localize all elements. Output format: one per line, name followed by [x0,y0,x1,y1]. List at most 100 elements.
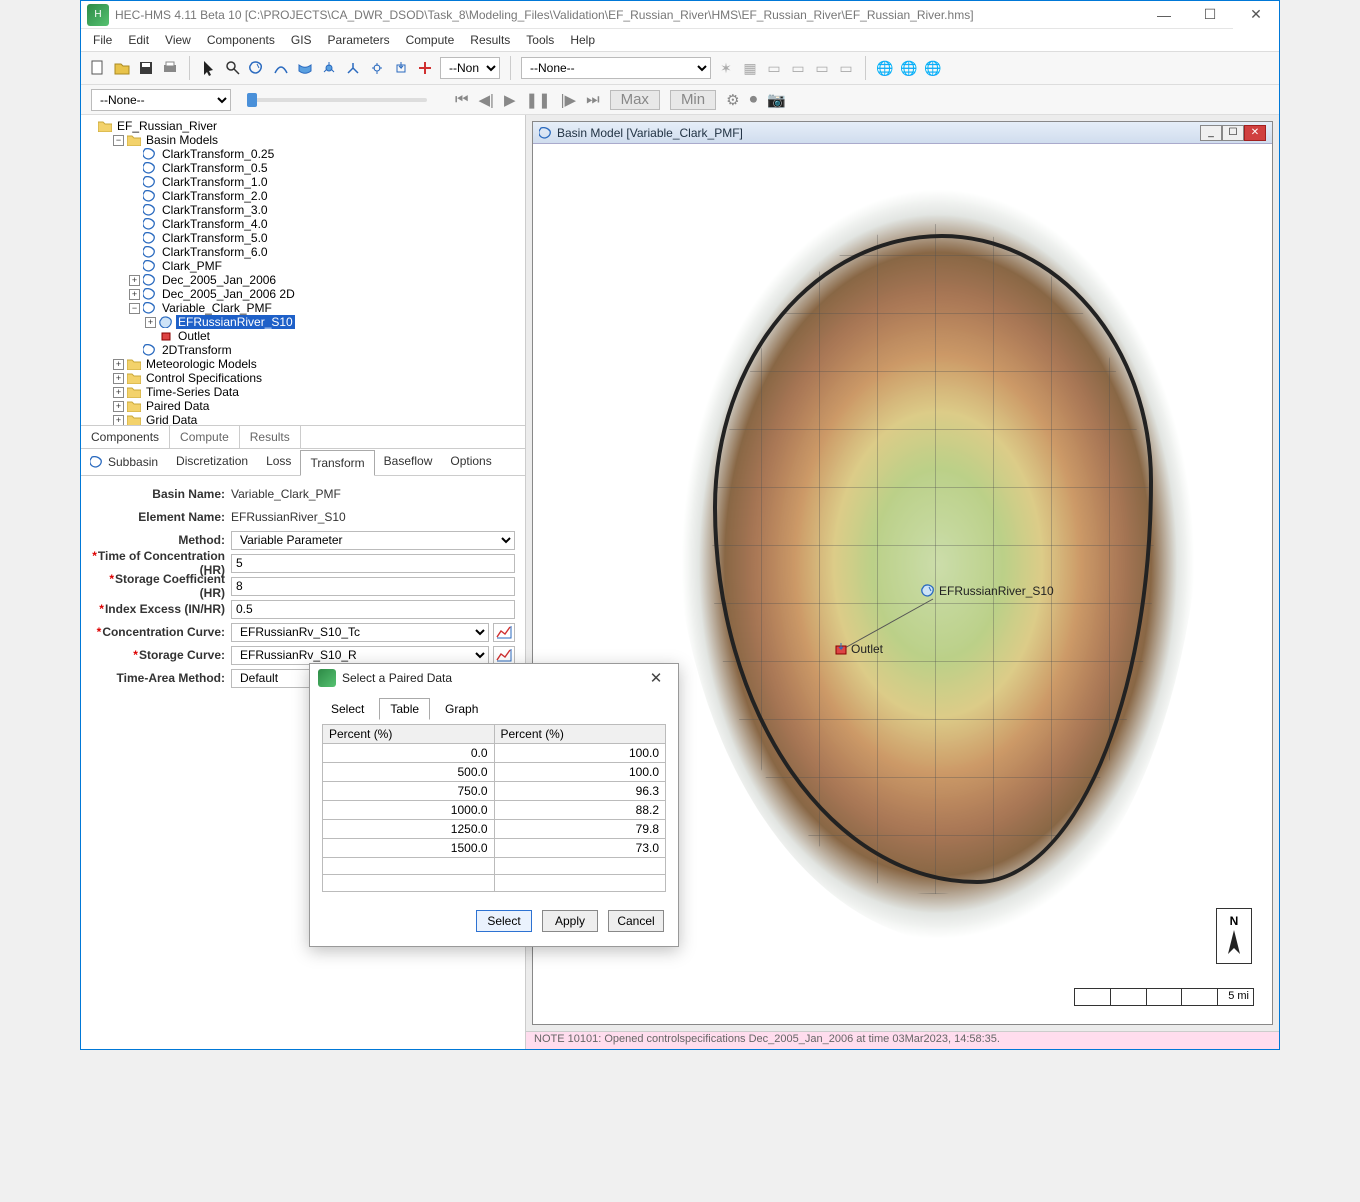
run-current-icon[interactable]: ✶ [717,59,735,77]
skip-start-icon[interactable]: ⏮ [455,91,469,108]
minimize-button[interactable]: — [1141,1,1187,29]
globe-3-icon[interactable]: 🌐 [924,59,942,77]
menu-edit[interactable]: Edit [122,31,155,49]
tool-combo-2[interactable]: --None-- [521,57,711,79]
tree-item[interactable]: ClarkTransform_6.0 [160,245,270,259]
open-icon[interactable] [113,59,131,77]
dialog-tab-table[interactable]: Table [379,698,430,720]
time-slider[interactable] [247,98,427,102]
tc-input[interactable] [231,554,515,573]
tree-root[interactable]: EF_Russian_River [115,119,219,133]
tab-subbasin[interactable]: Subbasin [81,449,167,475]
tree-item[interactable]: ClarkTransform_0.25 [160,147,276,161]
step-back-icon[interactable]: ◀| [479,91,494,109]
close-button[interactable]: ✕ [1233,1,1279,29]
globe-2-icon[interactable]: 🌐 [900,59,918,77]
menu-gis[interactable]: GIS [285,31,318,49]
method-select[interactable]: Variable Parameter [231,531,515,550]
pause-icon[interactable]: ❚❚ [526,91,551,109]
tree-item-subbasin[interactable]: EFRussianRiver_S10 [176,315,295,329]
menu-components[interactable]: Components [201,31,281,49]
dialog-close-button[interactable]: ✕ [642,669,670,687]
pointer-icon[interactable] [200,59,218,77]
tree-category[interactable]: Grid Data [144,413,199,425]
print-icon[interactable] [161,59,179,77]
table-row[interactable]: 1250.079.8 [323,820,666,839]
playback-combo[interactable]: --None-- [91,89,231,111]
play-icon[interactable]: ▶ [504,91,516,109]
ie-input[interactable] [231,600,515,619]
reach-tool-icon[interactable] [272,59,290,77]
sc-input[interactable] [231,577,515,596]
tab-results[interactable]: Results [240,426,301,448]
table-row[interactable]: 500.0100.0 [323,763,666,782]
dialog-tab-select[interactable]: Select [320,698,375,720]
source-tool-icon[interactable] [368,59,386,77]
tree-item[interactable]: 2DTransform [160,343,234,357]
menu-view[interactable]: View [159,31,197,49]
tree-item[interactable]: ClarkTransform_3.0 [160,203,270,217]
tab-transform[interactable]: Transform [300,450,374,476]
scv-select[interactable]: EFRussianRv_S10_R [231,646,489,665]
tree-category[interactable]: Control Specifications [144,371,264,385]
save-icon[interactable] [137,59,155,77]
diversion-tool-icon[interactable] [344,59,362,77]
dialog-cancel-button[interactable]: Cancel [608,910,664,932]
menu-help[interactable]: Help [564,31,601,49]
tree-category[interactable]: Time-Series Data [144,385,241,399]
tab-discretization[interactable]: Discretization [167,449,257,475]
subbasin-tool-icon[interactable] [248,59,266,77]
new-icon[interactable] [89,59,107,77]
menu-parameters[interactable]: Parameters [322,31,396,49]
map-maximize-button[interactable]: ☐ [1222,125,1244,141]
results-3-icon[interactable]: ▭ [813,59,831,77]
menu-results[interactable]: Results [464,31,516,49]
map-minimize-button[interactable]: _ [1200,125,1222,141]
camera-icon[interactable]: 📷 [767,91,786,109]
max-button[interactable]: Max [610,90,660,110]
tree-item[interactable]: ClarkTransform_2.0 [160,189,270,203]
tree-item[interactable]: Dec_2005_Jan_2006 [160,273,278,287]
record-icon[interactable]: ⏺ [750,91,758,108]
table-row[interactable]: 750.096.3 [323,782,666,801]
tree-item[interactable]: Dec_2005_Jan_2006 2D [160,287,297,301]
dialog-apply-button[interactable]: Apply [542,910,598,932]
project-tree[interactable]: EF_Russian_River −Basin Models ClarkTran… [81,115,525,425]
table-row[interactable]: 0.0100.0 [323,744,666,763]
junction-tool-icon[interactable] [320,59,338,77]
tree-item[interactable]: ClarkTransform_5.0 [160,231,270,245]
tree-category[interactable]: Meteorologic Models [144,357,259,371]
min-button[interactable]: Min [670,90,716,110]
cc-select[interactable]: EFRussianRv_S10_Tc [231,623,489,642]
tab-baseflow[interactable]: Baseflow [375,449,442,475]
tree-item-outlet[interactable]: Outlet [176,329,212,343]
results-1-icon[interactable]: ▭ [765,59,783,77]
maximize-button[interactable]: ☐ [1187,1,1233,29]
tree-item[interactable]: Variable_Clark_PMF [160,301,274,315]
step-fwd-icon[interactable]: |▶ [561,91,576,109]
dialog-tab-graph[interactable]: Graph [434,698,489,720]
tree-item[interactable]: ClarkTransform_4.0 [160,217,270,231]
tree-item[interactable]: ClarkTransform_1.0 [160,175,270,189]
dialog-select-button[interactable]: Select [476,910,532,932]
menu-tools[interactable]: Tools [520,31,560,49]
tree-item[interactable]: ClarkTransform_0.5 [160,161,270,175]
menu-file[interactable]: File [87,31,118,49]
reservoir-tool-icon[interactable] [296,59,314,77]
tree-basin-models[interactable]: Basin Models [144,133,220,147]
run-multi-icon[interactable]: ▦ [741,59,759,77]
settings-gear-icon[interactable]: ⚙ [726,91,739,109]
skip-end-icon[interactable]: ⏭ [586,91,600,108]
map-node-outlet[interactable]: Outlet [833,642,883,656]
map-close-button[interactable]: ✕ [1244,125,1266,141]
results-2-icon[interactable]: ▭ [789,59,807,77]
zoom-icon[interactable] [224,59,242,77]
table-row[interactable]: 1000.088.2 [323,801,666,820]
menu-compute[interactable]: Compute [400,31,461,49]
tab-loss[interactable]: Loss [257,449,300,475]
tree-item[interactable]: Clark_PMF [160,259,224,273]
add-tool-icon[interactable] [416,59,434,77]
table-row[interactable]: 1500.073.0 [323,839,666,858]
tab-options[interactable]: Options [441,449,500,475]
sink-tool-icon[interactable] [392,59,410,77]
